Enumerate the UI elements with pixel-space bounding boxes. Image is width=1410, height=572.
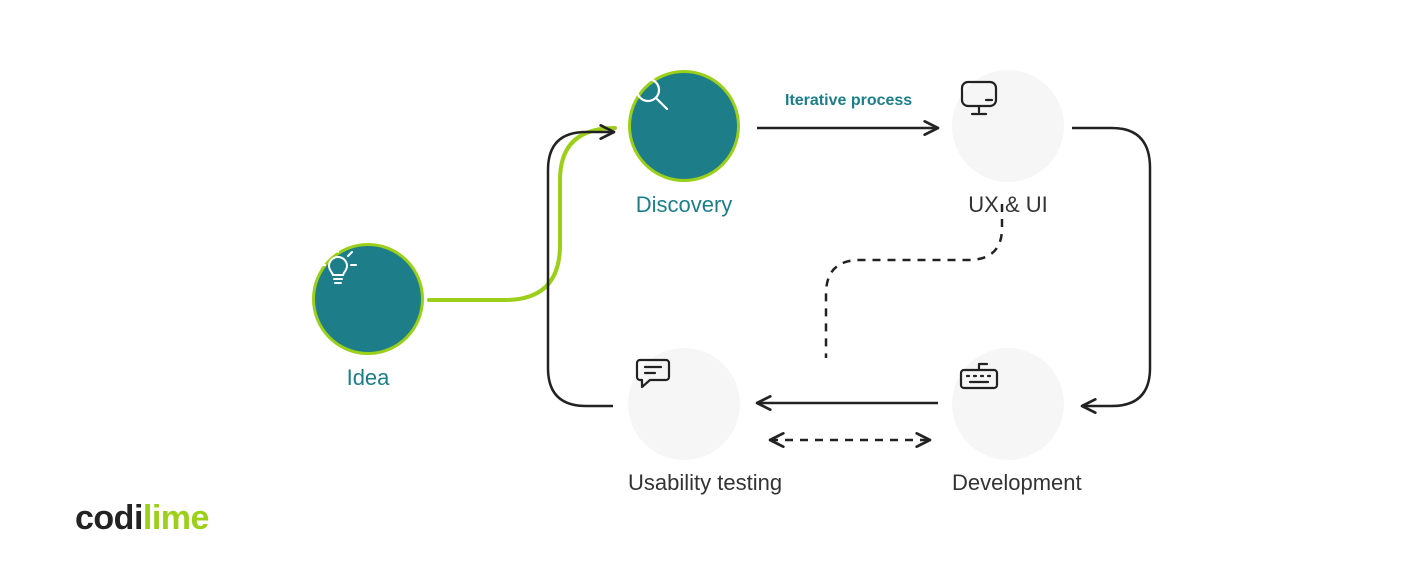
edge-idea-to-discovery (429, 128, 615, 300)
uxui-label: UX & UI (952, 192, 1064, 218)
diagram-canvas: Idea Discovery (0, 0, 1410, 572)
development-label: Development (952, 470, 1082, 496)
usability-label: Usability testing (628, 470, 782, 496)
discovery-disc (628, 70, 740, 182)
node-development: Development (952, 348, 1082, 496)
idea-label: Idea (312, 365, 424, 391)
edge-label-iterative: Iterative process (785, 92, 912, 110)
uxui-disc (952, 70, 1064, 182)
node-uxui: UX & UI (952, 70, 1064, 218)
edge-uxui-to-usability-dashed (826, 204, 1002, 358)
node-usability: Usability testing (628, 348, 782, 496)
brand-logo-part1: codi (75, 499, 143, 537)
node-discovery: Discovery (628, 70, 740, 218)
discovery-label: Discovery (628, 192, 740, 218)
edge-uxui-to-development (1072, 128, 1150, 406)
development-disc (952, 348, 1064, 460)
brand-logo-part2: lime (143, 499, 209, 537)
brand-logo: codilime (75, 499, 209, 538)
idea-disc (312, 243, 424, 355)
node-idea: Idea (312, 243, 424, 391)
usability-disc (628, 348, 740, 460)
